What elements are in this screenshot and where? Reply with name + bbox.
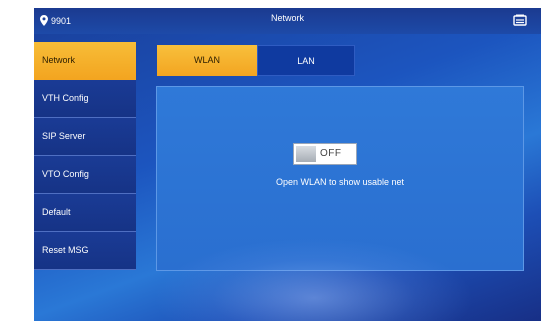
device-screen: 9901 Network Network VTH Config SIP Serv… bbox=[34, 8, 541, 321]
sidebar-item-sip-server[interactable]: SIP Server bbox=[34, 118, 136, 156]
wlan-toggle[interactable]: OFF bbox=[293, 143, 357, 165]
settings-sidebar: Network VTH Config SIP Server VTO Config… bbox=[34, 42, 136, 270]
sidebar-item-label: VTH Config bbox=[42, 93, 89, 103]
sidebar-item-vto-config[interactable]: VTO Config bbox=[34, 156, 136, 194]
tab-wlan[interactable]: WLAN bbox=[157, 45, 257, 76]
toggle-knob bbox=[296, 146, 316, 162]
tab-lan[interactable]: LAN bbox=[257, 45, 355, 76]
sidebar-item-label: Reset MSG bbox=[42, 245, 89, 255]
sidebar-item-network[interactable]: Network bbox=[34, 42, 136, 80]
messages-icon[interactable] bbox=[513, 14, 527, 28]
sidebar-item-label: Network bbox=[42, 55, 76, 65]
sidebar-item-vth-config[interactable]: VTH Config bbox=[34, 80, 136, 118]
sidebar-item-label: VTO Config bbox=[42, 169, 89, 179]
wlan-panel: OFF Open WLAN to show usable net bbox=[156, 86, 524, 271]
toggle-state-label: OFF bbox=[320, 148, 342, 159]
sidebar-item-label: Default bbox=[42, 207, 71, 217]
page-title: Network bbox=[270, 13, 304, 23]
network-tabs: WLAN LAN bbox=[157, 45, 355, 76]
sidebar-item-reset-msg[interactable]: Reset MSG bbox=[34, 232, 136, 270]
sidebar-item-default[interactable]: Default bbox=[34, 194, 136, 232]
sidebar-item-label: SIP Server bbox=[42, 131, 86, 141]
top-bar: 9901 Network bbox=[34, 8, 541, 34]
wlan-hint: Open WLAN to show usable net bbox=[275, 177, 405, 187]
